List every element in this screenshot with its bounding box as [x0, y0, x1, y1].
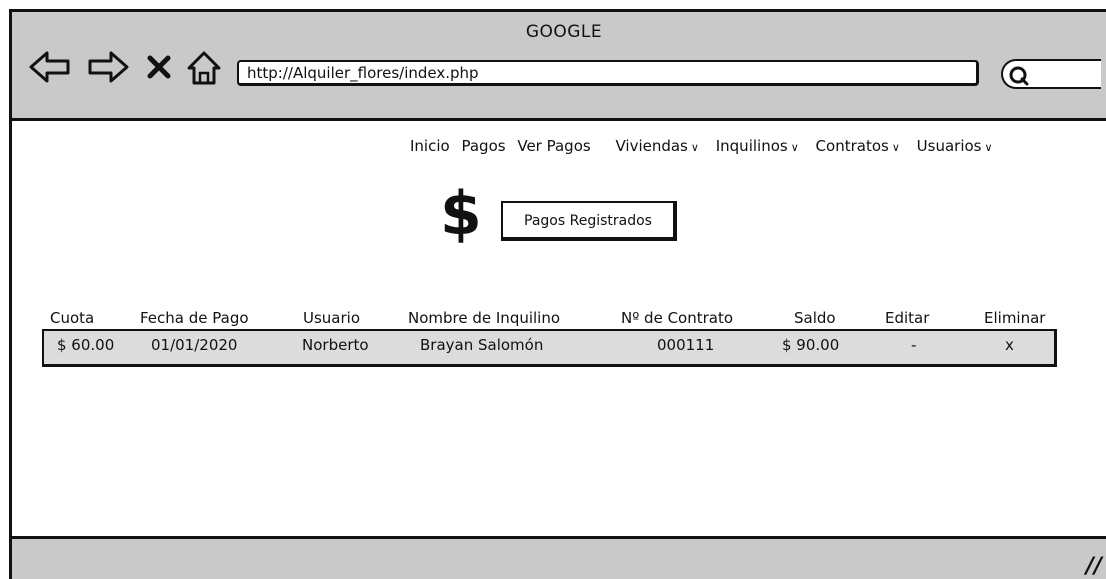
status-bar: // [12, 536, 1106, 579]
nav-item-pagos[interactable]: Pagos [461, 137, 505, 155]
cell-contrato: 000111 [657, 336, 715, 354]
col-nombre-inquilino: Nombre de Inquilino [408, 309, 561, 327]
delete-button[interactable]: x [1005, 336, 1014, 354]
table-row: $ 60.00 01/01/2020 Norberto Brayan Salom… [42, 329, 1057, 367]
forward-arrow-icon[interactable] [86, 50, 130, 84]
browser-window: GOOGLE http://Alquiler_flores/index.php … [9, 9, 1106, 579]
nav-item-inicio[interactable]: Inicio [410, 137, 450, 155]
cell-usuario: Norberto [302, 336, 369, 354]
resize-grip-icon[interactable]: // [1086, 554, 1102, 579]
cell-saldo: $ 90.00 [782, 336, 840, 354]
nav-item-viviendas[interactable]: Viviendas ∨ [615, 137, 698, 155]
search-box[interactable] [1001, 59, 1101, 89]
dollar-icon: $ [440, 179, 482, 249]
pagos-registrados-button[interactable]: Pagos Registrados [501, 201, 677, 241]
cell-fecha: 01/01/2020 [151, 336, 238, 354]
close-x-icon[interactable] [146, 54, 172, 80]
col-fecha-de-pago: Fecha de Pago [140, 309, 249, 327]
col-cuota: Cuota [50, 309, 95, 327]
col-editar: Editar [885, 309, 930, 327]
nav-item-usuarios[interactable]: Usuarios ∨ [917, 137, 993, 155]
main-nav: Inicio Pagos Ver Pagos Viviendas ∨ Inquil… [410, 137, 993, 155]
chevron-down-icon: ∨ [790, 141, 799, 154]
browser-toolbar: GOOGLE http://Alquiler_flores/index.php [12, 12, 1106, 121]
nav-item-label: Contratos [815, 137, 889, 155]
nav-item-label: Viviendas [615, 137, 688, 155]
col-numero-contrato: Nº de Contrato [621, 309, 734, 327]
nav-item-ver-pagos[interactable]: Ver Pagos [517, 137, 590, 155]
chevron-down-icon: ∨ [690, 141, 699, 154]
nav-item-label: Usuarios [916, 137, 982, 155]
home-icon[interactable] [186, 50, 222, 86]
cell-inquilino: Brayan Salomón [420, 336, 544, 354]
cell-cuota: $ 60.00 [57, 336, 115, 354]
search-icon [1009, 66, 1029, 86]
nav-item-inquilinos[interactable]: Inquilinos ∨ [716, 137, 799, 155]
back-arrow-icon[interactable] [28, 50, 72, 84]
nav-item-label: Inquilinos [715, 137, 788, 155]
edit-button[interactable]: - [911, 336, 916, 354]
chevron-down-icon: ∨ [891, 141, 900, 154]
col-saldo: Saldo [794, 309, 836, 327]
chevron-down-icon: ∨ [984, 141, 993, 154]
col-eliminar: Eliminar [984, 309, 1046, 327]
table-header: Cuota Fecha de Pago Usuario Nombre de In… [12, 309, 1106, 329]
url-input[interactable]: http://Alquiler_flores/index.php [237, 60, 979, 86]
col-usuario: Usuario [303, 309, 361, 327]
window-title: GOOGLE [525, 22, 603, 42]
nav-item-contratos[interactable]: Contratos ∨ [816, 137, 900, 155]
